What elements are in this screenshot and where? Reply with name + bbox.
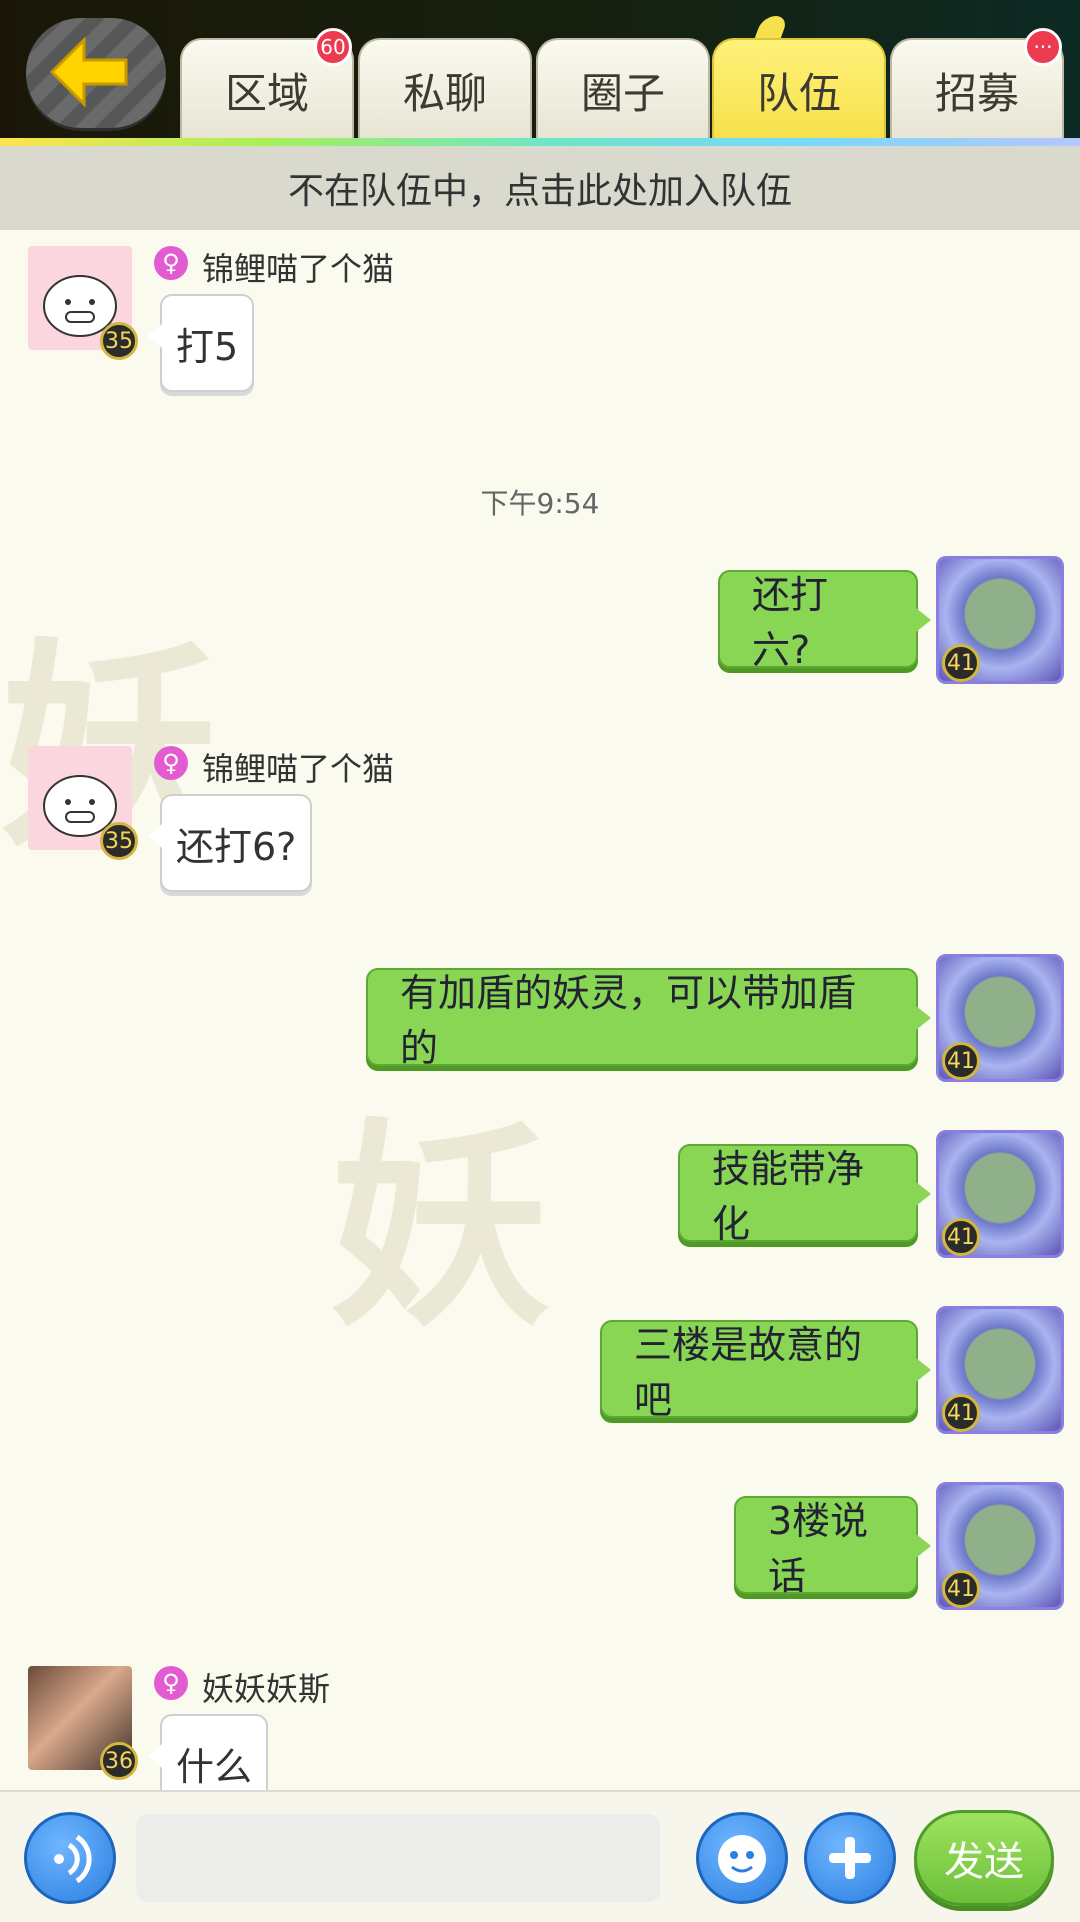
level-badge: 41 <box>942 1042 980 1080</box>
send-button[interactable]: 发送 <box>914 1810 1054 1906</box>
message-text: 还打六? <box>752 573 829 672</box>
tab-label: 招募 <box>934 68 1019 118</box>
message-bubble[interactable]: 有加盾的妖灵，可以带加盾的 <box>366 968 931 1070</box>
plus-button[interactable] <box>804 1812 896 1904</box>
header-divider <box>0 138 1080 146</box>
tab-label: 区域 <box>224 68 309 118</box>
message-text: 还打6? <box>176 824 297 869</box>
arrow-left-icon <box>49 36 128 108</box>
message-bubble[interactable]: 技能带净化 <box>678 1144 931 1246</box>
message-text: 打5 <box>176 324 239 369</box>
input-bar: 发送 <box>0 1790 1080 1922</box>
tab-team[interactable]: 队伍 <box>712 38 886 140</box>
message-input[interactable] <box>136 1814 660 1902</box>
message-text: 技能带净化 <box>712 1147 865 1246</box>
top-bar: 区域 60 私聊 圈子 队伍 招募 ··· <box>0 0 1080 140</box>
level-badge: 35 <box>100 322 138 360</box>
level-badge: 41 <box>942 644 980 682</box>
voice-icon <box>54 1834 92 1884</box>
level-badge: 35 <box>100 822 138 860</box>
send-label: 发送 <box>944 1839 1024 1885</box>
more-badge: ··· <box>1024 28 1062 66</box>
tab-label: 私聊 <box>402 68 487 118</box>
username: 锦鲤喵了个猫 <box>202 250 395 288</box>
emoji-icon <box>718 1835 766 1883</box>
female-icon: ♀ <box>154 1666 188 1700</box>
join-team-text: 不在队伍中，点击此处加入队伍 <box>287 171 792 212</box>
watermark-decoration: 妖 <box>330 1100 551 1356</box>
message-bubble[interactable]: 还打六? <box>718 570 931 672</box>
message-text: 有加盾的妖灵，可以带加盾的 <box>400 971 857 1070</box>
plus-icon <box>829 1837 871 1879</box>
message-bubble[interactable]: 三楼是故意的吧 <box>600 1320 931 1422</box>
username: 妖妖妖斯 <box>202 1670 331 1708</box>
message-bubble[interactable]: 什么 <box>147 1714 269 1790</box>
message-text: 三楼是故意的吧 <box>634 1323 863 1422</box>
level-badge: 41 <box>942 1218 980 1256</box>
emoji-button[interactable] <box>696 1812 788 1904</box>
message-bubble[interactable]: 还打6? <box>147 794 313 892</box>
timestamp: 下午9:54 <box>480 487 600 520</box>
female-icon: ♀ <box>154 746 188 780</box>
tab-label: 圈子 <box>580 68 665 118</box>
message-text: 什么 <box>176 1744 253 1789</box>
message-bubble[interactable]: 3楼说话 <box>734 1496 931 1598</box>
level-badge: 41 <box>942 1394 980 1432</box>
notification-badge: 60 <box>314 28 352 66</box>
message-bubble[interactable]: 打5 <box>147 294 255 392</box>
tab-circle[interactable]: 圈子 <box>536 38 710 140</box>
chat-area[interactable]: 妖 妖 35 ♀ 锦鲤喵了个猫 打5 下午9:54 还打六? 41 35 ♀ 锦… <box>0 230 1080 1790</box>
level-badge: 41 <box>942 1570 980 1608</box>
message-text: 3楼说话 <box>768 1499 869 1598</box>
username: 锦鲤喵了个猫 <box>202 750 395 788</box>
level-badge: 36 <box>100 1742 138 1780</box>
female-icon: ♀ <box>154 246 188 280</box>
back-button[interactable] <box>26 18 166 128</box>
tab-label: 队伍 <box>756 68 841 118</box>
tab-private-chat[interactable]: 私聊 <box>358 38 532 140</box>
voice-button[interactable] <box>24 1812 116 1904</box>
join-team-bar[interactable]: 不在队伍中，点击此处加入队伍 <box>0 146 1080 230</box>
